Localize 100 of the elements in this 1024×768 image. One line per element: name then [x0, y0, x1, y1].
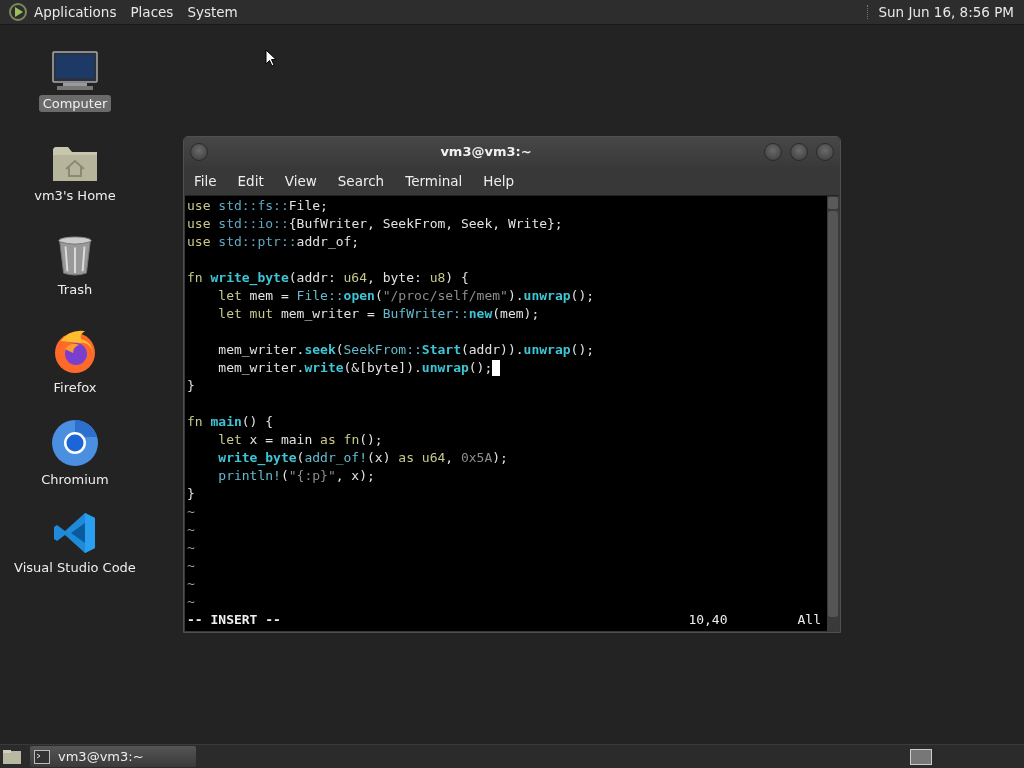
code-text: , byte:	[367, 269, 423, 287]
code-text: mem_writer =	[279, 305, 376, 323]
function-name: write_byte	[217, 449, 297, 467]
code-text: ();	[570, 341, 595, 359]
code-text: x = main	[248, 431, 314, 449]
function-name: seek	[304, 341, 336, 359]
code-text: mem =	[248, 287, 290, 305]
mouse-pointer-icon	[265, 49, 277, 67]
code-text: ();	[359, 431, 383, 449]
panel-menu[interactable]: Places	[130, 4, 174, 20]
function-name: main	[209, 413, 242, 431]
type-name: println!	[217, 467, 281, 485]
panel-menu[interactable]: System	[187, 4, 238, 20]
code-text: (	[296, 449, 305, 467]
empty-line-marker: ~	[187, 593, 195, 611]
keyword: fn	[187, 413, 203, 431]
code-text: }	[187, 377, 195, 395]
function-name: unwrap	[523, 341, 571, 359]
text-cursor	[492, 360, 501, 376]
function-name: open	[343, 287, 375, 305]
code-text: (addr:	[288, 269, 337, 285]
code-text: (	[374, 287, 383, 305]
string-literal: "/proc/self/mem"	[382, 287, 508, 305]
module-path: std::fs::	[217, 197, 289, 215]
function-name: write	[304, 359, 344, 377]
desktop-icon-label[interactable]: Visual Studio Code	[10, 559, 140, 576]
play-logo-icon[interactable]	[8, 2, 28, 22]
keyword: let	[217, 431, 242, 449]
monitor-icon[interactable]	[51, 51, 99, 91]
trash-icon[interactable]	[56, 235, 94, 277]
menu-item[interactable]: Terminal	[405, 172, 463, 189]
keyword: use	[187, 233, 211, 251]
menu-item[interactable]: Edit	[237, 172, 264, 189]
desktop-icon-label[interactable]: Computer	[38, 95, 112, 112]
code-text: mem_writer.	[217, 359, 305, 377]
function-name: unwrap	[421, 359, 469, 377]
module-path: std::io::	[217, 215, 289, 233]
code-text: (&[byte]).	[343, 359, 422, 377]
task-button[interactable]: vm3@vm3:~	[30, 746, 196, 767]
close-button[interactable]	[816, 142, 834, 161]
window-title: vm3@vm3:~	[439, 144, 533, 159]
menu-item[interactable]: Search	[337, 172, 385, 189]
desktop-icon-label[interactable]: vm3's Home	[30, 187, 120, 204]
minimize-button[interactable]	[764, 142, 782, 161]
code-text: (mem);	[492, 305, 540, 323]
maximize-button[interactable]	[790, 142, 808, 161]
code-text: ,	[445, 449, 455, 467]
code-text: File;	[288, 197, 328, 215]
keyword: u64	[343, 269, 368, 287]
menu-item[interactable]: Help	[483, 172, 515, 189]
show-desktop-icon[interactable]	[2, 748, 22, 765]
panel-menu[interactable]: Applications	[34, 4, 117, 20]
scroll-thumb[interactable]	[828, 211, 838, 617]
keyword: as fn	[320, 431, 360, 449]
mode-indicator: -- INSERT --	[187, 611, 281, 629]
chromium-icon[interactable]	[51, 419, 99, 467]
workspace-switcher[interactable]	[910, 748, 932, 765]
keyword: let	[217, 287, 242, 305]
function-name: unwrap	[523, 287, 571, 305]
empty-line-marker: ~	[187, 557, 195, 575]
function-name: write_byte	[209, 269, 289, 287]
scrollbar[interactable]	[827, 196, 839, 631]
keyword: use	[187, 197, 211, 215]
clock[interactable]: Sun Jun 16, 8:56 PM	[878, 4, 1014, 20]
function-name: Start	[421, 341, 461, 359]
code-text: () {	[241, 413, 274, 431]
string-literal: "{:p}"	[288, 467, 336, 485]
empty-line-marker: ~	[187, 503, 195, 521]
code-text: mem_writer.	[217, 341, 305, 359]
menu-item[interactable]: View	[284, 172, 317, 189]
scroll-position: All	[797, 611, 821, 629]
code-text: ) {	[445, 269, 469, 287]
code-text: }	[187, 485, 195, 503]
desktop-icon-label[interactable]: Trash	[53, 281, 97, 298]
desktop-icon-label[interactable]: Chromium	[37, 471, 113, 488]
keyword: u8	[429, 269, 446, 287]
empty-line-marker: ~	[187, 539, 195, 557]
keyword: use	[187, 215, 211, 233]
terminal-icon	[34, 749, 50, 764]
code-text: );	[492, 449, 508, 467]
code-text: (addr)).	[460, 341, 524, 359]
code-text: (	[280, 467, 289, 485]
code-text: (	[335, 341, 344, 359]
keyword: fn	[187, 269, 203, 287]
type-name: addr_of!	[304, 449, 368, 467]
cursor-position: 10,40	[688, 611, 728, 629]
function-name: new	[468, 305, 493, 323]
menu-item[interactable]: File	[194, 172, 217, 189]
code-text: ();	[468, 359, 493, 377]
window-menu-button[interactable]	[190, 142, 208, 161]
type-name: BufWriter::	[382, 305, 469, 323]
empty-line-marker: ~	[187, 521, 195, 539]
code-text: (x)	[367, 449, 392, 467]
number-literal: 0x5A	[460, 449, 493, 467]
empty-line-marker: ~	[187, 575, 195, 593]
code-text: {BufWriter, SeekFrom, Seek, Write};	[288, 215, 563, 233]
code-editor-icon[interactable]	[53, 511, 97, 555]
module-path: std::ptr::	[217, 233, 297, 251]
desktop-icon-label[interactable]: Firefox	[49, 379, 101, 396]
type-name: File::	[296, 287, 344, 305]
